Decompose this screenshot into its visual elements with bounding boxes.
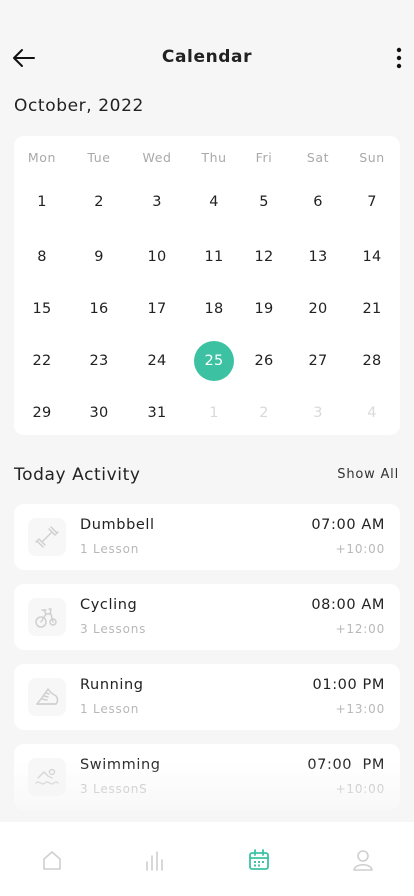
- weekday-label-wed: Wed: [142, 150, 172, 165]
- calendar-day[interactable]: 21: [352, 289, 392, 329]
- activity-offset: +10:00: [335, 782, 385, 796]
- calendar-day[interactable]: 4: [194, 182, 234, 222]
- calendar-day[interactable]: 20: [298, 289, 338, 329]
- calendar-day-selected[interactable]: 25: [194, 341, 234, 381]
- weekday-label-sat: Sat: [306, 150, 330, 165]
- activity-lessons: 1 Lesson: [80, 702, 140, 716]
- nav-stats[interactable]: [135, 846, 175, 874]
- calendar-day-next-month[interactable]: 4: [352, 393, 392, 433]
- calendar-day[interactable]: 8: [22, 237, 62, 277]
- section-title: Today Activity: [14, 465, 141, 485]
- activity-time: 07:00 PM: [307, 757, 385, 773]
- calendar-day[interactable]: 24: [137, 341, 177, 381]
- home-icon: [43, 851, 61, 870]
- activity-item-cycling[interactable]: Cycling 3 Lessons 08:00 AM +12:00: [14, 584, 400, 650]
- activity-time: 01:00 PM: [312, 677, 385, 693]
- stats-icon: [146, 851, 163, 871]
- calendar-screen: Calendar October, 2022 Mon Tue Wed Thu Fri Sa…: [0, 0, 414, 896]
- show-all-link[interactable]: Show All: [337, 467, 399, 482]
- calendar-day[interactable]: 27: [298, 341, 338, 381]
- activity-offset: +13:00: [335, 702, 385, 716]
- swimming-icon: [35, 768, 59, 785]
- calendar-day[interactable]: 31: [137, 393, 177, 433]
- calendar-day[interactable]: 15: [22, 289, 62, 329]
- activity-icon-box: [28, 678, 66, 716]
- calendar-day-next-month[interactable]: 3: [298, 393, 338, 433]
- activity-name: Swimming: [80, 757, 161, 773]
- calendar-day[interactable]: 7: [352, 182, 392, 222]
- header: Calendar: [0, 36, 414, 80]
- calendar-day[interactable]: 1: [22, 182, 62, 222]
- page-title: Calendar: [161, 47, 253, 67]
- nav-calendar[interactable]: [239, 846, 279, 874]
- calendar-day[interactable]: 22: [22, 341, 62, 381]
- calendar-day[interactable]: 3: [137, 182, 177, 222]
- calendar-icon: [249, 849, 269, 870]
- calendar-day[interactable]: 28: [352, 341, 392, 381]
- weekday-label-mon: Mon: [27, 150, 57, 165]
- calendar-day[interactable]: 13: [298, 237, 338, 277]
- activity-icon-box: [28, 518, 66, 556]
- activity-time: 07:00 AM: [311, 517, 385, 533]
- calendar-card: Mon Tue Wed Thu Fri Sat Sun 1 2 3 4 5 6 7 8 9 10 11 12 13 14…: [14, 136, 400, 435]
- calendar-day-next-month[interactable]: 2: [244, 393, 284, 433]
- calendar-day[interactable]: 16: [79, 289, 119, 329]
- calendar-day[interactable]: 5: [244, 182, 284, 222]
- activity-name: Cycling: [80, 597, 138, 613]
- calendar-day[interactable]: 29: [22, 393, 62, 433]
- activity-icon-box: [28, 598, 66, 636]
- nav-home[interactable]: [32, 846, 72, 874]
- activity-offset: +12:00: [335, 622, 385, 636]
- running-shoe-icon: [36, 688, 59, 705]
- calendar-day[interactable]: 9: [79, 237, 119, 277]
- calendar-day[interactable]: 2: [79, 182, 119, 222]
- activity-lessons: 3 Lessons: [80, 622, 147, 636]
- month-label: October, 2022: [14, 96, 144, 116]
- nav-profile[interactable]: [343, 846, 383, 874]
- dumbbell-icon: [35, 526, 59, 548]
- calendar-day[interactable]: 30: [79, 393, 119, 433]
- calendar-grid: Mon Tue Wed Thu Fri Sat Sun 1 2 3 4 5 6 7 8 9 10 11 12 13 14…: [14, 136, 400, 435]
- activity-list: Dumbbell 1 Lesson 07:00 AM +10:00 Cyclin…: [14, 504, 400, 824]
- calendar-day[interactable]: 11: [194, 237, 234, 277]
- bike-icon: [35, 608, 57, 628]
- calendar-day[interactable]: 10: [137, 237, 177, 277]
- calendar-day[interactable]: 26: [244, 341, 284, 381]
- activity-name: Dumbbell: [80, 517, 155, 533]
- weekday-label-fri: Fri: [255, 150, 273, 165]
- profile-icon: [353, 850, 373, 871]
- activity-offset: +10:00: [335, 542, 385, 556]
- calendar-day[interactable]: 6: [298, 182, 338, 222]
- activity-item-dumbbell[interactable]: Dumbbell 1 Lesson 07:00 AM +10:00: [14, 504, 400, 570]
- more-options-button[interactable]: [392, 44, 406, 72]
- more-vertical-icon: [396, 47, 402, 69]
- calendar-day[interactable]: 18: [194, 289, 234, 329]
- calendar-day[interactable]: 17: [137, 289, 177, 329]
- bottom-nav: [0, 822, 414, 896]
- calendar-day-next-month[interactable]: 1: [194, 393, 234, 433]
- activity-lessons: 3 LessonS: [80, 782, 148, 796]
- activity-time: 08:00 AM: [311, 597, 385, 613]
- calendar-day[interactable]: 23: [79, 341, 119, 381]
- activity-lessons: 1 Lesson: [80, 542, 140, 556]
- weekday-label-thu: Thu: [201, 150, 227, 165]
- activity-item-running[interactable]: Running 1 Lesson 01:00 PM +13:00: [14, 664, 400, 730]
- calendar-day[interactable]: 19: [244, 289, 284, 329]
- weekday-label-sun: Sun: [359, 150, 385, 165]
- calendar-day[interactable]: 12: [244, 237, 284, 277]
- activity-name: Running: [80, 677, 144, 693]
- calendar-day[interactable]: 14: [352, 237, 392, 277]
- activity-item-swimming[interactable]: Swimming 3 LessonS 07:00 PM +10:00: [14, 744, 400, 810]
- activity-icon-box: [28, 758, 66, 796]
- weekday-label-tue: Tue: [87, 150, 111, 165]
